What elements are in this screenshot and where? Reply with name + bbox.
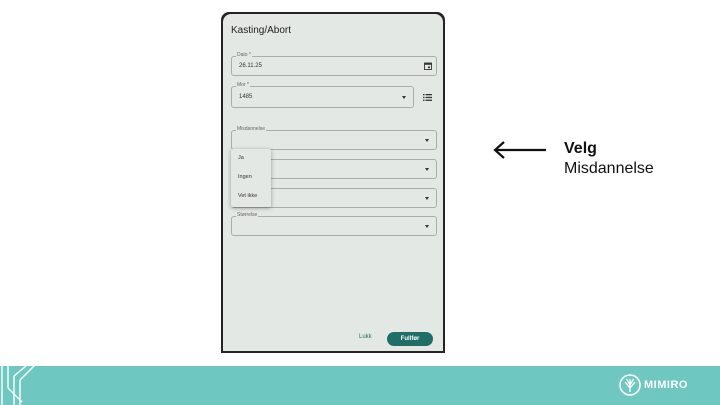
- malformation-select-label: Misdannelse: [236, 126, 267, 133]
- menu-item-ingen[interactable]: Ingen: [238, 174, 252, 180]
- mimiro-logo-icon: [619, 374, 641, 396]
- close-button[interactable]: Lukk: [359, 334, 372, 340]
- chevron-down-icon: [425, 139, 429, 142]
- date-field-label: Dato *: [236, 52, 252, 59]
- submit-button[interactable]: Fullfør: [387, 332, 433, 346]
- dialog: Kasting/Abort Dato * 26.11.25 Mor * 1485: [223, 14, 443, 351]
- mother-select[interactable]: Mor * 1485: [231, 82, 414, 108]
- brand-name: MIMIRO: [644, 379, 688, 391]
- malformation-select[interactable]: Misdannelse: [231, 126, 437, 150]
- size-select-label: Størrelse: [236, 212, 259, 219]
- chevron-down-icon: [425, 168, 429, 171]
- list-icon[interactable]: [423, 94, 432, 101]
- circuit-decoration-icon: [1, 366, 35, 405]
- phone-frame: Kasting/Abort Dato * 26.11.25 Mor * 1485: [221, 12, 445, 353]
- mother-select-value: 1485: [239, 94, 253, 100]
- menu-item-ja[interactable]: Ja: [238, 155, 244, 161]
- annotation-title: Velg: [564, 140, 597, 157]
- chevron-down-icon: [402, 96, 406, 99]
- arrow-left-icon: [493, 141, 546, 159]
- date-field[interactable]: Dato * 26.11.25: [231, 52, 437, 76]
- dialog-title: Kasting/Abort: [231, 25, 292, 36]
- calendar-icon[interactable]: [424, 62, 432, 70]
- mother-select-label: Mor *: [236, 82, 250, 89]
- chevron-down-icon: [425, 225, 429, 228]
- menu-item-vet-ikke[interactable]: Vet ikke: [238, 193, 257, 199]
- slide: Kasting/Abort Dato * 26.11.25 Mor * 1485: [0, 0, 720, 405]
- malformation-dropdown-menu: Ja Ingen Vet ikke: [231, 149, 271, 207]
- chevron-down-icon: [425, 197, 429, 200]
- annotation-subtitle: Misdannelse: [564, 160, 654, 177]
- date-field-value: 26.11.25: [239, 63, 262, 69]
- size-select[interactable]: Størrelse: [231, 212, 437, 236]
- footer-band: MIMIRO: [0, 366, 720, 405]
